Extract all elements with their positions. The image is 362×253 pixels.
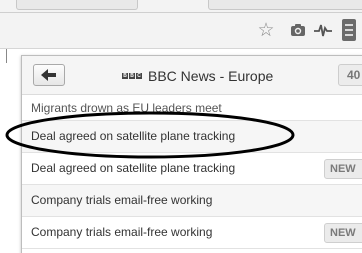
feed-header: BBC BBC News - Europe 40 xyxy=(22,56,362,95)
feed-item-highlighted[interactable]: Deal agreed on satellite plane tracking xyxy=(22,121,362,153)
feed-title-label: BBC News - Europe xyxy=(148,68,274,84)
new-badge: NEW xyxy=(324,223,362,243)
browser-tab-active[interactable] xyxy=(208,0,362,10)
feed-item-title: Company trials email-free working xyxy=(31,225,213,239)
back-button[interactable] xyxy=(33,64,65,86)
feed-item[interactable]: Migrants drown as EU leaders meet xyxy=(22,94,362,121)
feed-item[interactable]: Company trials email-free working xyxy=(22,185,362,217)
pulse-icon[interactable] xyxy=(313,20,333,40)
toolbar-edge-mark xyxy=(6,49,7,63)
rss-feed-popup: BBC BBC News - Europe 40 Migrants drown … xyxy=(21,55,362,253)
camera-icon[interactable] xyxy=(288,20,308,40)
arrow-left-icon xyxy=(41,69,56,81)
star-icon[interactable]: ☆ xyxy=(256,20,276,40)
menu-icon[interactable] xyxy=(342,19,356,41)
bbc-logo-icon: BBC xyxy=(122,73,142,79)
feed-item[interactable]: Deal agreed on satellite plane tracking … xyxy=(22,153,362,185)
feed-item-title: Migrants drown as EU leaders meet xyxy=(31,101,222,115)
screenshot-stage: ☆ BBC BBC News - Europe 40 Migrants drow… xyxy=(0,0,362,253)
feed-item-title: Company trials email-free working xyxy=(31,193,213,207)
feed-title: BBC BBC News - Europe xyxy=(122,67,273,85)
toolbar-divider xyxy=(0,12,362,13)
new-badge: NEW xyxy=(324,159,362,179)
feed-item-title: Deal agreed on satellite plane tracking xyxy=(31,161,236,175)
browser-tab[interactable] xyxy=(16,0,138,10)
feed-item[interactable]: Company trials email-free working NEW xyxy=(22,217,362,249)
browser-toolbar: ☆ xyxy=(0,0,362,49)
feed-item-title: Deal agreed on satellite plane tracking xyxy=(31,129,236,143)
item-count-badge: 40 xyxy=(338,64,362,86)
